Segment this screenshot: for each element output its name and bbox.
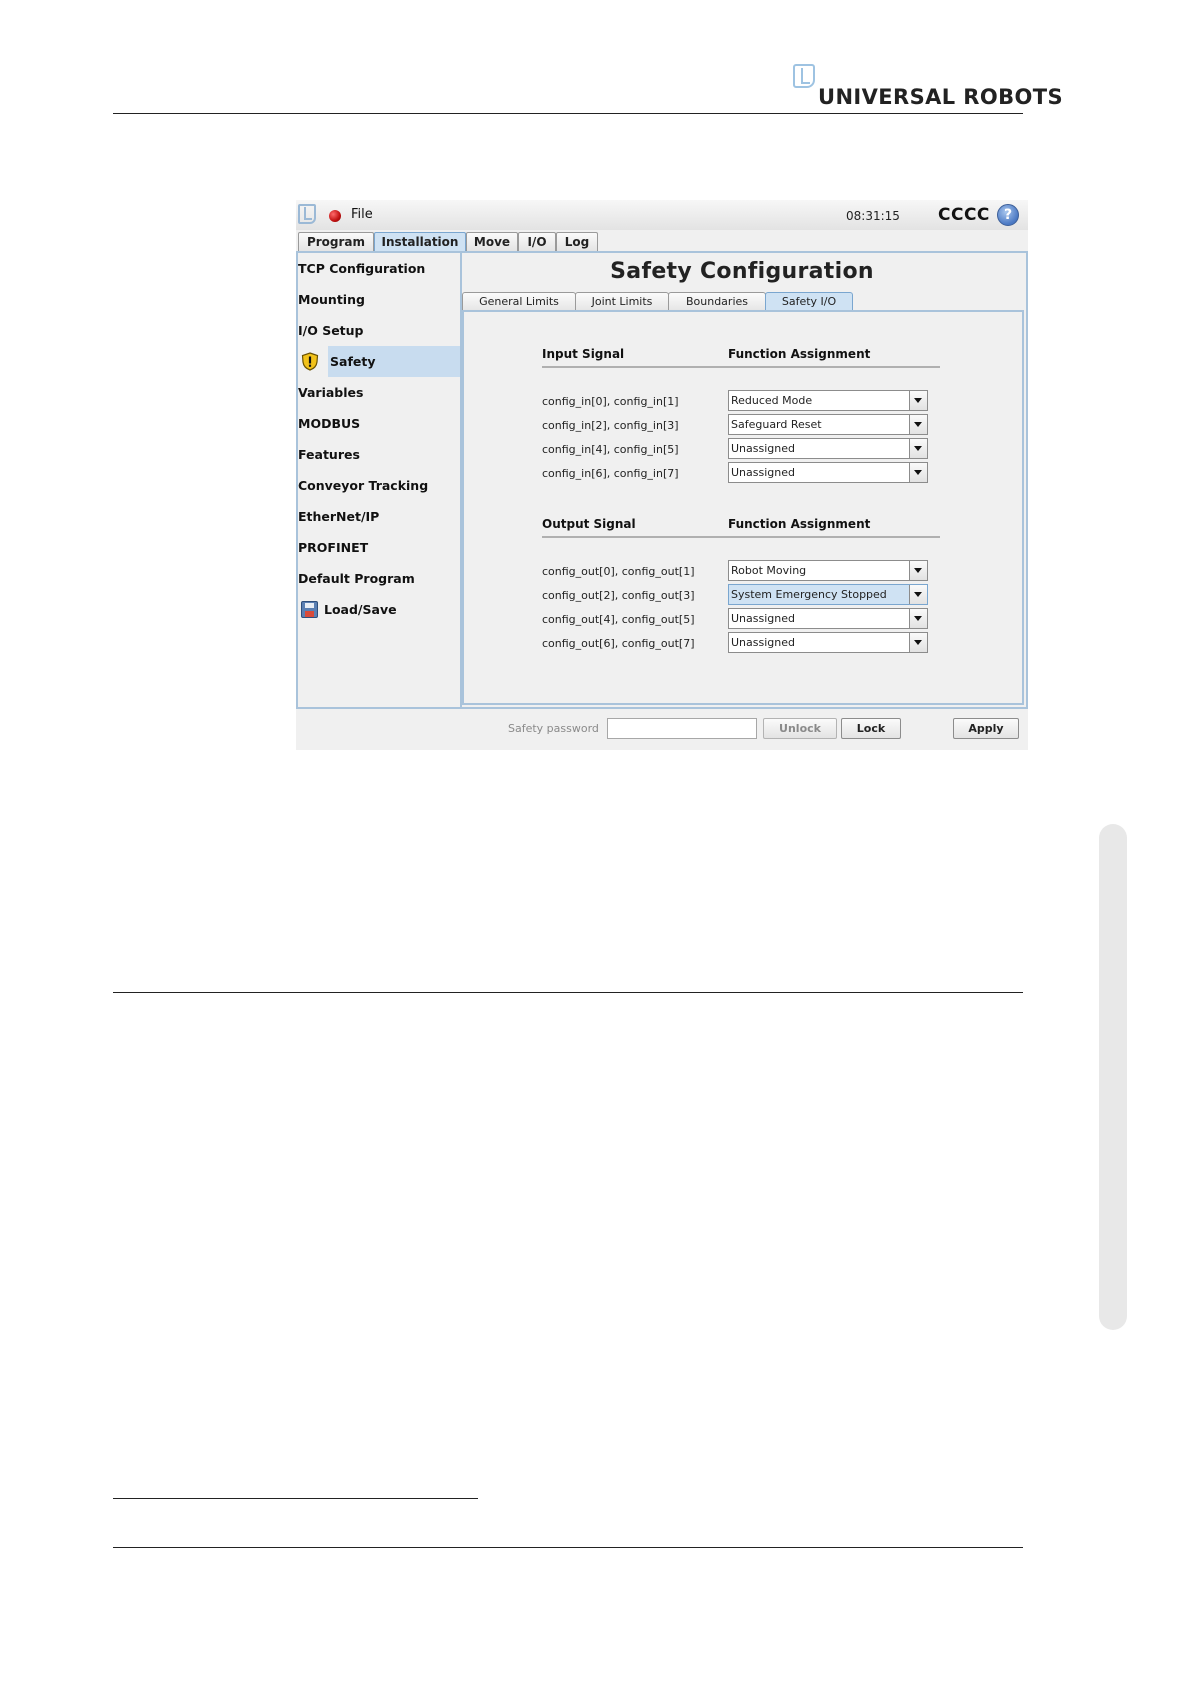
tab-general-limits[interactable]: General Limits <box>462 292 576 310</box>
sidebar-item-label: Conveyor Tracking <box>298 478 429 493</box>
header-rule <box>113 113 1023 114</box>
robot-name: CCCC <box>938 205 990 225</box>
sidebar-item-ethernet-ip[interactable]: EtherNet/IP <box>298 501 460 532</box>
input-function-select[interactable]: Safeguard Reset <box>728 414 928 435</box>
sidebar-item-label: MODBUS <box>298 416 361 431</box>
sidebar-item-label: EtherNet/IP <box>298 509 380 524</box>
output-signal-label: config_out[4], config_out[5] <box>542 613 695 626</box>
tab-move[interactable]: Move <box>466 232 518 251</box>
safety-io-panel: Input Signal Function Assignment config_… <box>462 310 1024 705</box>
sidebar-item-load-save[interactable]: Load/Save <box>298 594 460 625</box>
input-signal-label: config_in[0], config_in[1] <box>542 395 679 408</box>
robot-status-icon <box>329 210 341 222</box>
divider <box>542 366 940 368</box>
tab-safety-io[interactable]: Safety I/O <box>765 292 853 310</box>
select-value: Unassigned <box>731 442 795 455</box>
input-signal-label: config_in[4], config_in[5] <box>542 443 679 456</box>
tab-joint-limits[interactable]: Joint Limits <box>575 292 669 310</box>
sidebar-item-profinet[interactable]: PROFINET <box>298 532 460 563</box>
sidebar-item-io-setup[interactable]: I/O Setup <box>298 315 460 346</box>
universal-robots-logo: UNIVERSAL ROBOTS <box>793 64 1063 110</box>
select-value: Reduced Mode <box>731 394 813 407</box>
input-function-select[interactable]: Unassigned <box>728 462 928 483</box>
polyscope-window: File 08:31:15 CCCC ? Program Installatio… <box>296 200 1028 750</box>
brand-name: UNIVERSAL ROBOTS <box>818 85 1064 109</box>
warning-shield-icon <box>301 352 319 371</box>
sidebar-item-label: Safety <box>330 354 376 369</box>
chapter-side-tab <box>1099 824 1127 1330</box>
title-bar: File 08:31:15 CCCC ? <box>296 200 1028 230</box>
output-function-select[interactable]: Unassigned <box>728 608 928 629</box>
output-function-select[interactable]: System Emergency Stopped <box>728 584 928 605</box>
tab-log[interactable]: Log <box>556 232 598 251</box>
tab-installation[interactable]: Installation <box>374 232 466 251</box>
floppy-disk-icon <box>301 601 318 618</box>
output-signal-header: Output Signal <box>542 517 636 531</box>
help-icon[interactable]: ? <box>997 204 1019 226</box>
sidebar-item-label: Mounting <box>298 292 365 307</box>
divider <box>542 536 940 538</box>
file-menu[interactable]: File <box>351 207 373 222</box>
sidebar-item-modbus[interactable]: MODBUS <box>298 408 460 439</box>
sidebar-item-tcp-configuration[interactable]: TCP Configuration <box>298 253 460 284</box>
input-function-header: Function Assignment <box>728 347 871 361</box>
sidebar-item-default-program[interactable]: Default Program <box>298 563 460 594</box>
select-value: Safeguard Reset <box>731 418 822 431</box>
sidebar-item-label: Load/Save <box>324 602 397 617</box>
safety-password-input[interactable] <box>607 718 757 739</box>
output-signal-label: config_out[2], config_out[3] <box>542 589 695 602</box>
installation-sidebar: TCP Configuration Mounting I/O Setup Saf… <box>298 253 462 707</box>
sidebar-item-label: Default Program <box>298 571 415 586</box>
sidebar-item-variables[interactable]: Variables <box>298 377 460 408</box>
sidebar-item-safety[interactable]: Safety <box>298 346 460 377</box>
sidebar-item-features[interactable]: Features <box>298 439 460 470</box>
chevron-down-icon[interactable] <box>909 439 927 458</box>
input-signal-header: Input Signal <box>542 347 625 361</box>
chevron-down-icon[interactable] <box>909 609 927 628</box>
select-value: Unassigned <box>731 466 795 479</box>
sidebar-item-label: PROFINET <box>298 540 369 555</box>
page-title: Safety Configuration <box>610 259 874 284</box>
chevron-down-icon[interactable] <box>909 415 927 434</box>
tab-program[interactable]: Program <box>298 232 374 251</box>
select-value: Unassigned <box>731 636 795 649</box>
sidebar-item-label: Features <box>298 447 360 462</box>
output-signal-label: config_out[0], config_out[1] <box>542 565 695 578</box>
unlock-button[interactable]: Unlock <box>763 718 837 739</box>
input-function-select[interactable]: Reduced Mode <box>728 390 928 411</box>
safety-bottom-bar: Safety password Unlock Lock Apply <box>296 709 1028 750</box>
chevron-down-icon[interactable] <box>909 633 927 652</box>
input-function-select[interactable]: Unassigned <box>728 438 928 459</box>
chevron-down-icon[interactable] <box>909 391 927 410</box>
input-signal-label: config_in[6], config_in[7] <box>542 467 679 480</box>
output-function-select[interactable]: Unassigned <box>728 632 928 653</box>
output-function-select[interactable]: Robot Moving <box>728 560 928 581</box>
clock: 08:31:15 <box>846 209 900 223</box>
tab-boundaries[interactable]: Boundaries <box>668 292 766 310</box>
chevron-down-icon[interactable] <box>909 585 927 604</box>
chevron-down-icon[interactable] <box>909 463 927 482</box>
tab-io[interactable]: I/O <box>518 232 556 251</box>
select-value: System Emergency Stopped <box>731 588 887 601</box>
select-value: Robot Moving <box>731 564 807 577</box>
output-function-header: Function Assignment <box>728 517 871 531</box>
sidebar-item-label: Variables <box>298 385 364 400</box>
lock-button[interactable]: Lock <box>841 718 901 739</box>
sidebar-item-label: TCP Configuration <box>298 261 426 276</box>
footnote-rule <box>113 1498 478 1499</box>
chevron-down-icon[interactable] <box>909 561 927 580</box>
ur-logo-icon <box>793 64 815 88</box>
sidebar-item-mounting[interactable]: Mounting <box>298 284 460 315</box>
apply-button[interactable]: Apply <box>953 718 1019 739</box>
select-value: Unassigned <box>731 612 795 625</box>
safety-password-label: Safety password <box>508 722 599 735</box>
ur-logo-icon <box>298 204 316 224</box>
input-signal-label: config_in[2], config_in[3] <box>542 419 679 432</box>
section-rule <box>113 992 1023 993</box>
sidebar-item-conveyor-tracking[interactable]: Conveyor Tracking <box>298 470 460 501</box>
output-signal-label: config_out[6], config_out[7] <box>542 637 695 650</box>
safety-configuration-panel: Safety Configuration General Limits Join… <box>462 253 1026 707</box>
sidebar-item-label: I/O Setup <box>298 323 364 338</box>
footer-rule <box>113 1547 1023 1548</box>
